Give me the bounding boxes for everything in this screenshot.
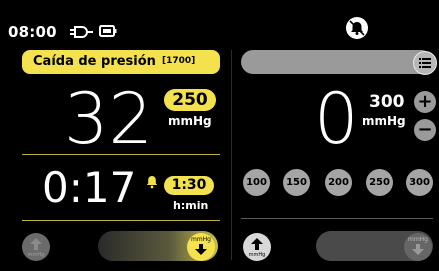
button-unit-label: mmHg bbox=[248, 252, 266, 258]
current-pressure: 32 bbox=[64, 78, 154, 160]
timer-target-pill[interactable]: 1:30 bbox=[164, 176, 214, 195]
plug-icon bbox=[70, 26, 93, 38]
right-slider-knob[interactable]: mmHg bbox=[404, 233, 432, 261]
preset-button[interactable]: 200 bbox=[325, 169, 352, 196]
clock-time: 08:00 bbox=[8, 23, 57, 41]
knob-unit-label: mmHg bbox=[190, 236, 211, 243]
divider bbox=[22, 220, 220, 221]
alarm-off-icon[interactable] bbox=[346, 17, 368, 39]
panel-divider bbox=[231, 50, 232, 260]
mode-code: [1700] bbox=[162, 56, 196, 66]
right-pressure-unit: mmHg bbox=[362, 114, 406, 128]
mode-pill[interactable]: Caída de presión [1700] bbox=[22, 50, 220, 74]
divider bbox=[22, 154, 220, 155]
right-mode-pill[interactable] bbox=[241, 50, 433, 74]
knob-unit-label: mmHg bbox=[407, 236, 428, 243]
slider-knob[interactable]: mmHg bbox=[187, 233, 215, 261]
list-icon bbox=[419, 58, 431, 68]
preset-button[interactable]: 100 bbox=[243, 169, 270, 196]
right-target-pressure: 300 bbox=[369, 92, 405, 112]
arrow-up-button[interactable]: mmHg bbox=[22, 233, 50, 261]
mode-label: Caída de presión bbox=[33, 54, 156, 69]
right-current-pressure: 0 bbox=[314, 78, 359, 160]
decrease-button[interactable]: − bbox=[414, 119, 436, 141]
battery-icon bbox=[99, 25, 117, 37]
preset-button[interactable]: 250 bbox=[366, 169, 393, 196]
list-button[interactable] bbox=[413, 51, 437, 75]
device-screen: 08:00 Caída de presión [1700] 32 250 mmH… bbox=[0, 0, 439, 271]
timer-unit: h:min bbox=[173, 199, 209, 212]
elapsed-timer: 0:17 bbox=[42, 163, 137, 212]
right-arrow-up-button[interactable]: mmHg bbox=[243, 233, 271, 261]
preset-button[interactable]: 300 bbox=[406, 169, 433, 196]
increase-button[interactable]: + bbox=[414, 91, 436, 113]
arrow-down-icon bbox=[195, 244, 207, 255]
arrow-down-icon bbox=[412, 244, 424, 255]
pressure-unit: mmHg bbox=[168, 114, 212, 128]
arrow-up-icon bbox=[251, 238, 263, 250]
bell-icon bbox=[146, 176, 158, 189]
divider bbox=[241, 218, 433, 219]
preset-button[interactable]: 150 bbox=[283, 169, 310, 196]
target-pressure-pill[interactable]: 250 bbox=[164, 89, 216, 111]
button-unit-label: mmHg bbox=[27, 252, 45, 258]
arrow-up-icon bbox=[30, 238, 42, 250]
